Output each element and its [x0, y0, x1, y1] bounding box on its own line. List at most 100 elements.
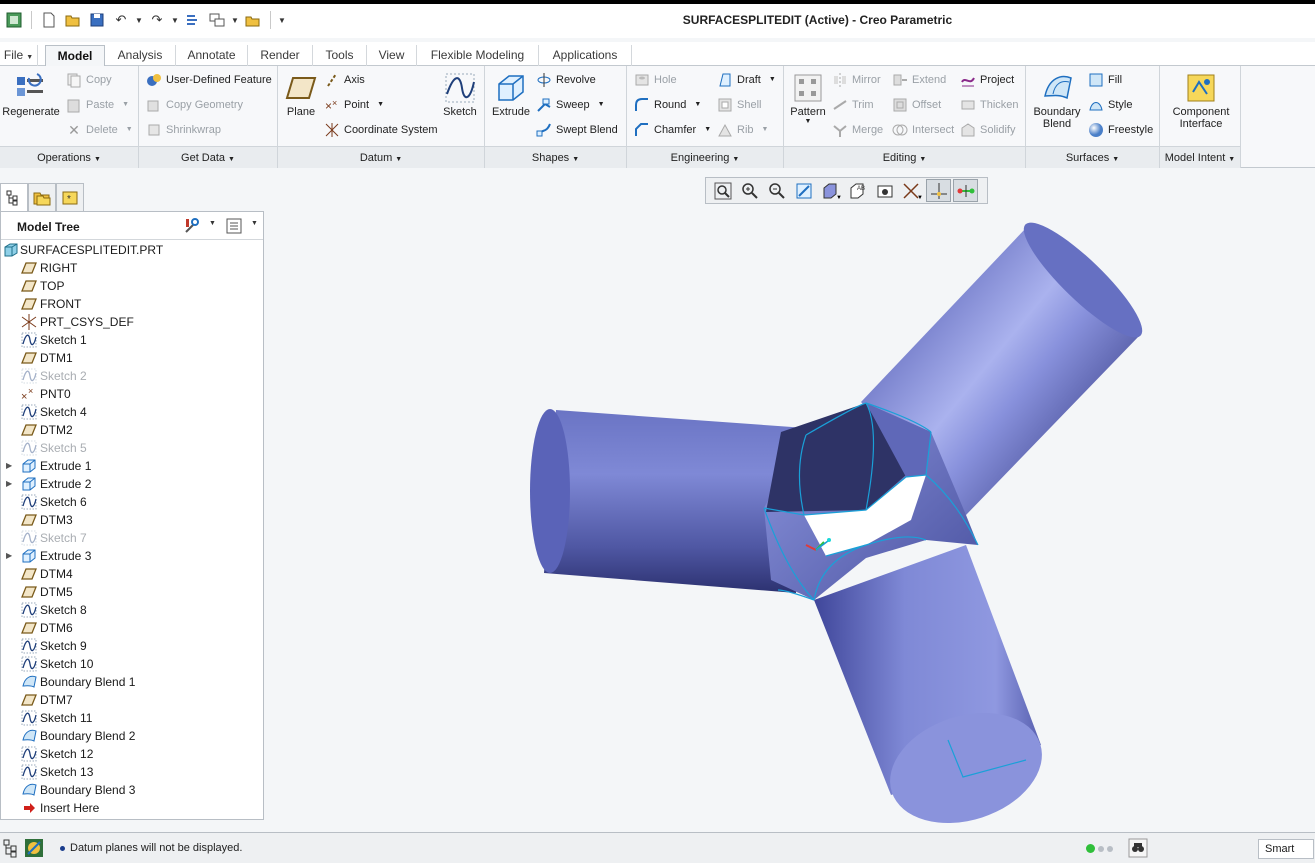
tree-item[interactable]: Boundary Blend 3 [1, 781, 263, 799]
show-menu-icon[interactable] [225, 217, 243, 235]
tree-item[interactable]: Sketch 12 [1, 745, 263, 763]
tree-item[interactable]: Sketch 13 [1, 763, 263, 781]
thicken-button[interactable]: Thicken [960, 95, 1019, 115]
folder-browser-tab[interactable] [28, 183, 56, 211]
tree-item[interactable]: Sketch 4 [1, 403, 263, 421]
tree-item[interactable]: DTM4 [1, 565, 263, 583]
delete-button[interactable]: ✕ Delete ▼ [66, 120, 133, 140]
refit-button[interactable] [710, 179, 735, 202]
selection-filter[interactable]: Smart [1258, 839, 1314, 859]
round-button[interactable]: Round ▼ [634, 95, 701, 115]
tree-item[interactable]: Boundary Blend 2 [1, 727, 263, 745]
revolve-button[interactable]: Revolve [536, 70, 596, 90]
tree-item[interactable]: Boundary Blend 1 [1, 673, 263, 691]
tree-item[interactable]: TOP [1, 277, 263, 295]
tree-item[interactable]: Sketch 1 [1, 331, 263, 349]
zoom-in-button[interactable] [737, 179, 762, 202]
zoom-out-button[interactable] [764, 179, 789, 202]
tree-item[interactable]: DTM5 [1, 583, 263, 601]
merge-button[interactable]: Merge [832, 120, 883, 140]
tree-item[interactable]: RIGHT [1, 259, 263, 277]
engineering-group-label[interactable]: Engineering ▼ [627, 146, 783, 168]
expand-arrow-icon[interactable]: ▶ [6, 457, 12, 475]
expand-arrow-icon[interactable]: ▶ [6, 547, 12, 565]
tab-render[interactable]: Render [248, 45, 313, 66]
style-button[interactable]: Style [1088, 95, 1132, 115]
favorites-tab[interactable]: * [56, 183, 84, 211]
repaint-button[interactable] [791, 179, 816, 202]
tree-item[interactable]: DTM6 [1, 619, 263, 637]
operations-group-label[interactable]: Operations ▼ [0, 146, 138, 168]
tree-item[interactable]: PRT_CSYS_DEF [1, 313, 263, 331]
tab-flexible-modeling[interactable]: Flexible Modeling [417, 45, 539, 66]
tree-item[interactable]: Sketch 7 [1, 529, 263, 547]
pattern-button[interactable]: Pattern ▼ [788, 72, 828, 125]
tree-item[interactable]: DTM3 [1, 511, 263, 529]
datum-group-label[interactable]: Datum ▼ [278, 146, 484, 168]
coordinate-system-button[interactable]: Coordinate System [324, 120, 438, 140]
graphics-window[interactable] [266, 170, 1315, 830]
offset-button[interactable]: Offset [892, 95, 941, 115]
find-icon[interactable] [1128, 838, 1148, 858]
settings-dropdown-icon[interactable]: ▼ [209, 220, 216, 227]
chamfer-button[interactable]: Chamfer ▼ [634, 120, 711, 140]
tree-item[interactable]: Sketch 8 [1, 601, 263, 619]
tree-item[interactable]: Sketch 10 [1, 655, 263, 673]
annotation-display-button[interactable] [953, 179, 978, 202]
left-arm-surface[interactable] [544, 410, 806, 593]
left-arm-end[interactable] [530, 409, 570, 573]
extrude-button[interactable]: Extrude [489, 72, 533, 118]
saved-orientations-button[interactable]: AB [845, 179, 870, 202]
tree-item[interactable]: DTM7 [1, 691, 263, 709]
hole-button[interactable]: Hole [634, 70, 677, 90]
tree-item[interactable]: SURFACESPLITEDIT.PRT [1, 241, 263, 259]
tree-item[interactable]: DTM1 [1, 349, 263, 367]
tree-item[interactable]: Insert Here [1, 799, 263, 817]
axis-button[interactable]: Axis [324, 70, 365, 90]
user-defined-feature-button[interactable]: User-Defined Feature [146, 70, 272, 90]
copy-geometry-button[interactable]: Copy Geometry [146, 95, 243, 115]
plane-button[interactable]: Plane [282, 72, 320, 118]
draft-button[interactable]: Draft ▼ [717, 70, 776, 90]
tree-item[interactable]: ▶ Extrude 3 [1, 547, 263, 565]
toggle-browser-icon[interactable] [24, 838, 44, 858]
tree-item[interactable]: × × PNT0 [1, 385, 263, 403]
mirror-button[interactable]: Mirror [832, 70, 881, 90]
shell-button[interactable]: Shell [717, 95, 761, 115]
tree-item[interactable]: DTM2 [1, 421, 263, 439]
tree-item[interactable]: Sketch 11 [1, 709, 263, 727]
tab-model[interactable]: Model [45, 45, 105, 67]
tree-item[interactable]: FRONT [1, 295, 263, 313]
tree-item[interactable]: Sketch 2 [1, 367, 263, 385]
swept-blend-button[interactable]: Swept Blend [536, 120, 618, 140]
view-manager-button[interactable] [872, 179, 897, 202]
point-button[interactable]: × × Point ▼ [324, 95, 384, 115]
shapes-group-label[interactable]: Shapes ▼ [485, 146, 626, 168]
expand-arrow-icon[interactable]: ▶ [6, 475, 12, 493]
tab-view[interactable]: View [367, 45, 417, 66]
display-style-button[interactable]: ▼ [818, 179, 843, 202]
boundary-blend-button[interactable]: Boundary Blend [1030, 72, 1084, 130]
model-intent-group-label[interactable]: Model Intent ▼ [1160, 146, 1240, 168]
tab-annotate[interactable]: Annotate [176, 45, 248, 66]
spin-center-button[interactable] [926, 179, 951, 202]
project-button[interactable]: Project [960, 70, 1014, 90]
freestyle-button[interactable]: Freestyle [1088, 120, 1153, 140]
model-tree-tab[interactable] [0, 183, 28, 211]
component-interface-button[interactable]: Component Interface [1164, 72, 1238, 130]
intersect-button[interactable]: Intersect [892, 120, 954, 140]
tab-tools[interactable]: Tools [313, 45, 367, 66]
fill-button[interactable]: Fill [1088, 70, 1122, 90]
sweep-button[interactable]: Sweep ▼ [536, 95, 605, 115]
trim-button[interactable]: Trim [832, 95, 874, 115]
model-3d-view[interactable] [266, 170, 1315, 830]
editing-group-label[interactable]: Editing ▼ [784, 146, 1025, 168]
tab-analysis[interactable]: Analysis [105, 45, 176, 66]
extend-button[interactable]: Extend [892, 70, 946, 90]
pattern-dropdown-icon[interactable]: ▼ [788, 118, 828, 125]
tab-applications[interactable]: Applications [539, 45, 632, 66]
rib-button[interactable]: Rib ▼ [717, 120, 768, 140]
get-data-group-label[interactable]: Get Data ▼ [139, 146, 277, 168]
paste-button[interactable]: Paste ▼ [66, 95, 129, 115]
copy-button[interactable]: Copy [66, 70, 112, 90]
